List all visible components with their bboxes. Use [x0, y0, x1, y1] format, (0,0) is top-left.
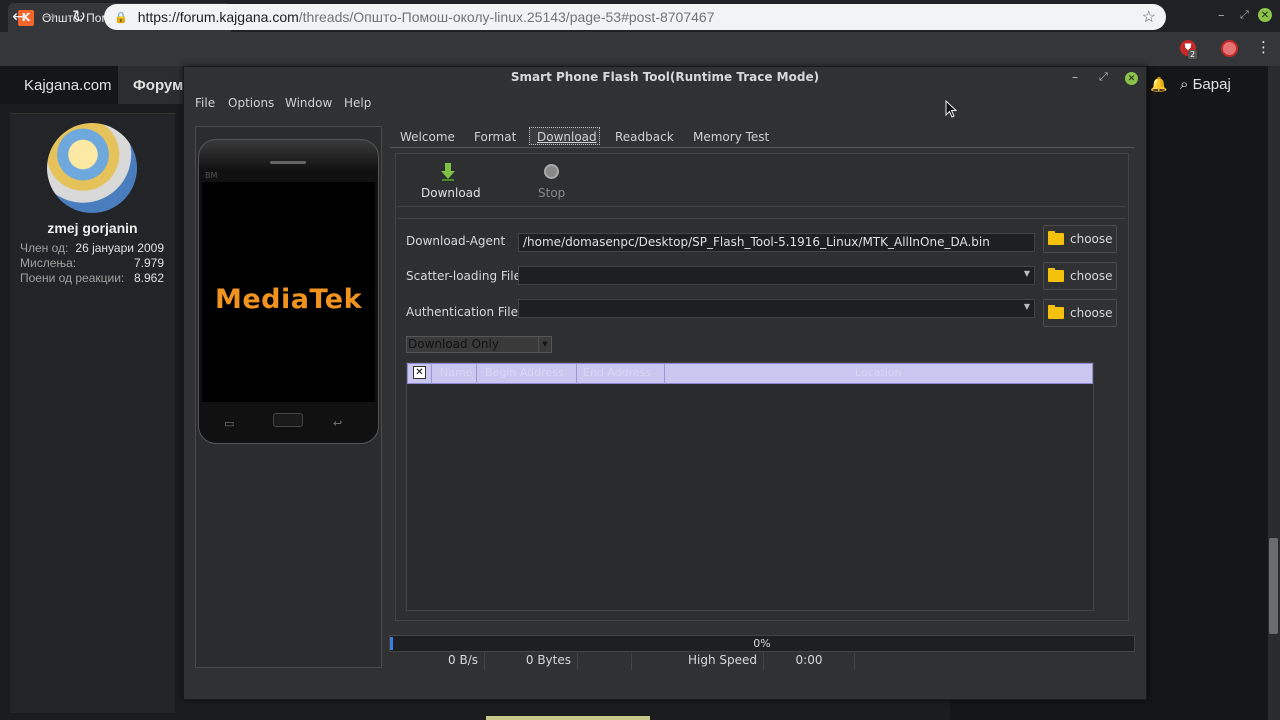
column-name[interactable]: Name — [440, 366, 472, 379]
stat-value-member-since: 26 јануари 2009 — [75, 241, 164, 255]
download-mode-select[interactable]: Download Only — [406, 336, 552, 353]
window-close-icon[interactable]: ✕ — [1258, 8, 1272, 22]
progress-percent: 0% — [753, 637, 771, 650]
choose-scatter-button[interactable]: choose — [1043, 262, 1117, 290]
column-divider — [476, 363, 477, 384]
folder-icon — [1048, 231, 1064, 245]
download-toolbar — [398, 157, 1126, 207]
select-all-checkbox[interactable]: ✕ — [413, 366, 426, 379]
choose-download-agent-button[interactable]: choose — [1043, 225, 1117, 253]
lock-icon: 🔒 — [114, 11, 128, 24]
download-arrow-icon[interactable] — [441, 163, 455, 181]
scatter-file-label: Scatter-loading File — [406, 269, 521, 283]
restore-icon[interactable]: ⤢ — [1240, 8, 1249, 22]
column-divider — [576, 363, 577, 384]
partition-table — [406, 362, 1094, 611]
avatar[interactable] — [47, 123, 137, 213]
app-title: Smart Phone Flash Tool(Runtime Trace Mod… — [510, 70, 820, 84]
back-icon[interactable]: ← — [12, 7, 26, 27]
stop-button[interactable]: Stop — [538, 186, 565, 200]
app-close-icon[interactable]: ✕ — [1125, 72, 1138, 85]
url-path: /threads/Општо-Помош-околу-linux.25143/p… — [298, 9, 715, 25]
tab-memory-test[interactable]: Memory Test — [693, 130, 769, 144]
tab-welcome[interactable]: Welcome — [400, 130, 455, 144]
status-bytes: 0 Bytes — [485, 653, 578, 670]
column-location[interactable]: Location — [855, 366, 902, 379]
username[interactable]: zmej gorjanin — [10, 220, 175, 236]
nav-forum-label[interactable]: Форум — [133, 77, 183, 94]
stat-label-member-since: Член од: — [20, 241, 69, 255]
choose-label: choose — [1070, 306, 1113, 320]
phone-brand: BM — [205, 171, 218, 180]
choose-label: choose — [1070, 232, 1113, 246]
tab-format[interactable]: Format — [474, 130, 516, 144]
column-divider — [431, 363, 432, 384]
column-begin-address[interactable]: Begin Address — [485, 366, 564, 379]
stat-label-reactions: Поени од реакции: — [20, 271, 125, 285]
nav-kajgana-home[interactable]: Kajgana.com — [24, 77, 112, 94]
stat-label-posts: Мислења: — [20, 256, 77, 270]
download-agent-label: Download-Agent — [406, 234, 506, 248]
page-scroll-thumb[interactable] — [1269, 538, 1278, 634]
tab-download[interactable]: Download — [537, 130, 597, 144]
status-time: 0:00 — [764, 653, 855, 670]
app-maximize-icon[interactable]: ⤢ — [1099, 70, 1108, 84]
stat-value-reactions: 8.962 — [133, 271, 164, 285]
menu-help[interactable]: Help — [344, 96, 371, 110]
browser-menu-icon[interactable]: ⋮ — [1256, 38, 1271, 56]
phone-home-key — [273, 413, 303, 427]
profile-extension-icon[interactable] — [1221, 40, 1238, 57]
column-end-address[interactable]: End Address — [583, 366, 651, 379]
phone-menu-key-icon: ▭ — [224, 417, 235, 430]
mediatek-logo: MediaTek — [214, 284, 363, 315]
site-search-link[interactable]: ⌕ Барај — [1180, 76, 1231, 93]
site-search-label: Барај — [1192, 76, 1231, 93]
status-mode: High Speed — [632, 653, 764, 670]
phone-speaker — [270, 161, 306, 164]
menu-options[interactable]: Options — [228, 96, 274, 110]
tab-readback[interactable]: Readback — [615, 130, 674, 144]
chevron-down-icon[interactable]: ▼ — [538, 337, 551, 352]
chevron-down-icon: ▼ — [1023, 302, 1030, 311]
choose-label: choose — [1070, 269, 1113, 283]
address-bar[interactable]: 🔒 https://forum.kajgana.com/threads/Општ… — [104, 4, 1166, 30]
extension-badge: 2 — [1188, 50, 1198, 59]
status-speed: 0 B/s — [389, 653, 485, 670]
folder-icon — [1048, 305, 1064, 319]
menu-window[interactable]: Window — [285, 96, 332, 110]
folder-icon — [1048, 268, 1064, 282]
stat-value-posts: 7.979 — [133, 256, 164, 270]
browser-toolbar — [0, 32, 1280, 66]
site-bottom-strip — [486, 716, 650, 720]
download-button[interactable]: Download — [421, 186, 481, 200]
search-icon: ⌕ — [1180, 76, 1193, 93]
url-host: https://forum.kajgana.com — [137, 9, 299, 25]
auth-file-label: Authentication File — [406, 305, 518, 319]
app-minimize-icon[interactable]: – — [1072, 70, 1078, 84]
phone-back-key-icon: ↩ — [333, 417, 343, 430]
bookmark-star-icon[interactable]: ☆ — [1142, 7, 1156, 27]
status-empty — [578, 653, 632, 670]
mouse-cursor-icon — [945, 100, 957, 118]
menu-file[interactable]: File — [195, 96, 215, 110]
reload-icon[interactable]: ↻ — [72, 7, 86, 27]
minimize-icon[interactable]: – — [1218, 8, 1225, 23]
scatter-file-combo[interactable]: ▼ — [518, 266, 1035, 285]
tabs-divider — [390, 147, 1134, 148]
auth-file-combo[interactable]: ▼ — [518, 299, 1035, 318]
download-agent-field[interactable]: /home/domasenpc/Desktop/SP_Flash_Tool-5.… — [518, 233, 1035, 252]
forward-icon[interactable]: → — [42, 7, 56, 27]
column-divider — [664, 363, 665, 384]
notification-bell-icon[interactable]: 🔔 — [1150, 77, 1167, 93]
choose-auth-button[interactable]: choose — [1043, 299, 1117, 327]
chevron-down-icon: ▼ — [1023, 269, 1030, 278]
stop-icon[interactable] — [544, 164, 559, 179]
